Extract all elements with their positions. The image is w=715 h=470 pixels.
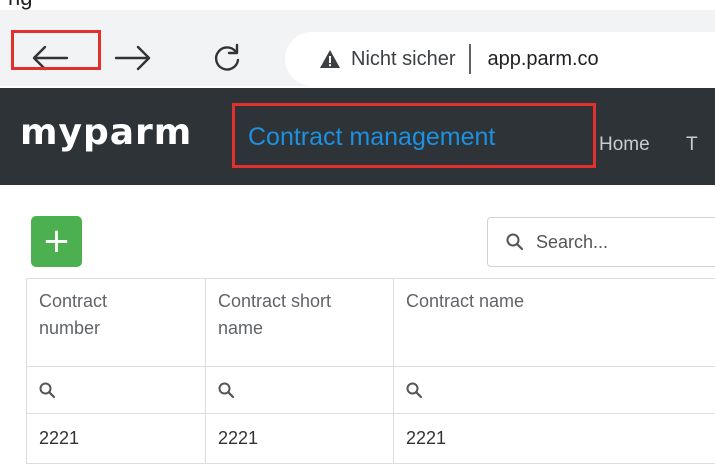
nav-item-truncated[interactable]: T <box>686 133 698 157</box>
nav-item-home[interactable]: Home <box>599 133 650 157</box>
app-logo[interactable]: myparm <box>20 103 192 163</box>
table-header-row: Contract number Contract short name Cont… <box>27 279 715 367</box>
column-header-line: name <box>218 318 264 338</box>
security-label[interactable]: Nicht sicher <box>351 48 455 71</box>
column-header-contract-name[interactable]: Contract name <box>394 279 715 367</box>
cell-contract-name: 2221 <box>394 414 715 464</box>
table-filter-row <box>27 367 715 414</box>
contracts-table: Contract number Contract short name Cont… <box>26 278 715 464</box>
search-icon <box>406 382 423 398</box>
back-button[interactable] <box>30 38 70 78</box>
warning-triangle-icon[interactable] <box>319 49 341 69</box>
address-bar[interactable]: Nicht sicher app.parm.co <box>285 32 715 86</box>
app-title[interactable]: Contract management <box>236 118 503 156</box>
column-header-line: number <box>39 318 101 338</box>
search-input[interactable] <box>536 231 715 253</box>
address-separator <box>469 44 472 74</box>
search-icon <box>39 382 56 398</box>
column-header-line: Contract <box>39 291 108 311</box>
page-top-fragment: ng <box>8 0 32 10</box>
search-box[interactable] <box>487 217 715 267</box>
column-header-contract-short-name[interactable]: Contract short name <box>206 279 394 367</box>
forward-button[interactable] <box>113 38 153 78</box>
search-icon <box>218 382 235 398</box>
filter-cell-contract-number[interactable] <box>27 367 206 414</box>
reload-button[interactable] <box>207 38 247 78</box>
arrow-right-icon <box>114 45 151 71</box>
reload-icon <box>214 43 240 71</box>
url-text[interactable]: app.parm.co <box>487 48 598 71</box>
browser-toolbar: Nicht sicher app.parm.co <box>0 10 715 86</box>
cell-contract-short-name: 2221 <box>206 414 394 464</box>
add-button[interactable]: + <box>31 216 82 267</box>
cell-contract-number: 2221 <box>27 414 206 464</box>
app-header: myparm Contract management Home T <box>0 88 715 185</box>
column-header-contract-number[interactable]: Contract number <box>27 279 206 367</box>
filter-cell-contract-short-name[interactable] <box>206 367 394 414</box>
search-icon <box>506 233 524 251</box>
column-header-line: Contract short <box>218 291 332 311</box>
column-header-line: Contract name <box>406 291 525 311</box>
filter-cell-contract-name[interactable] <box>394 367 715 414</box>
table-row[interactable]: 2221 2221 2221 <box>27 414 715 464</box>
arrow-left-icon <box>32 45 69 71</box>
